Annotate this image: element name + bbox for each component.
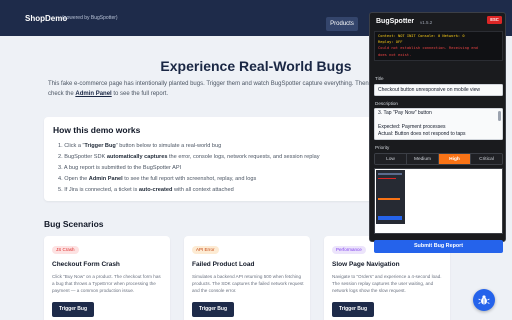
scenario-description: Simulates a backend API returning 500 wh… (192, 274, 304, 294)
step-text: the error, console logs, network request… (167, 154, 320, 160)
trigger-bug-button[interactable]: Trigger Bug (332, 302, 374, 317)
console-status-box: Context: NOT INIT Console: 0 Network: 0 … (374, 31, 503, 61)
bug-description-textarea[interactable]: 3. Tap "Pay Now" button Expected: Paymen… (374, 108, 503, 140)
step-text: 4. Open the (58, 176, 89, 182)
panel-title: BugSpotter (376, 18, 415, 25)
submit-bug-report-button[interactable]: Submit Bug Report (374, 240, 503, 253)
priority-selector: Low Medium High Critical (374, 153, 503, 165)
step-bold: automatically captures (106, 154, 168, 160)
screenshot-preview (374, 168, 503, 234)
thumbnail-bar (378, 216, 402, 220)
trigger-bug-button[interactable]: Trigger Bug (192, 302, 234, 317)
description-line: 3. Tap "Pay Now" button (378, 110, 432, 116)
screenshot-thumbnail (376, 170, 405, 224)
step-text: 5. If Jira is connected, a ticket is (58, 187, 139, 193)
scenario-description: Navigate to “Orders” and experience a 4-… (332, 274, 442, 294)
description-line: Actual: Button does not respond to taps (378, 131, 466, 137)
textarea-scrollbar[interactable] (498, 111, 501, 121)
console-error-line: does not exist. (378, 52, 412, 57)
bug-title-input[interactable] (374, 84, 503, 96)
bugspotter-panel: BugSpotter v1.5.2 ESC Context: NOT INIT … (369, 12, 506, 253)
hero-description: This fake e-commerce page has intentiona… (48, 79, 378, 99)
step-item: 2. BugSpotter SDK automatically captures… (58, 152, 320, 163)
how-it-works-title: How this demo works (53, 125, 141, 135)
title-label: Title (375, 76, 384, 81)
panel-version: v1.5.2 (420, 20, 433, 25)
scenario-tag: JS Crash (52, 246, 79, 254)
trigger-bug-button[interactable]: Trigger Bug (52, 302, 94, 317)
step-item: 5. If Jira is connected, a ticket is aut… (58, 185, 320, 196)
brand-logo[interactable]: ShopDemo (25, 14, 67, 23)
step-text: to see the full report with screenshot, … (122, 176, 257, 182)
step-text: with all context attached (172, 187, 234, 193)
products-nav-button[interactable]: Products (326, 17, 358, 31)
bugspotter-fab[interactable] (473, 289, 495, 311)
step-text: 2. BugSpotter SDK (58, 154, 107, 160)
step-bold: Admin Panel (88, 176, 123, 182)
step-text: 3. A bug report is submitted to the BugS… (58, 165, 182, 171)
step-item: 4. Open the Admin Panel to see the full … (58, 174, 320, 185)
priority-low[interactable]: Low (375, 154, 407, 164)
how-it-works-steps: 1. Click a “Trigger Bug” button below to… (58, 141, 320, 196)
step-item: 3. A bug report is submitted to the BugS… (58, 163, 320, 174)
scenario-card-js-crash: JS Crash Checkout Form Crash Click “Buy … (44, 236, 170, 320)
step-item: 1. Click a “Trigger Bug” button below to… (58, 141, 320, 152)
priority-label: Priority (375, 145, 390, 150)
scenario-name: Checkout Form Crash (52, 261, 120, 268)
bug-scenarios-title: Bug Scenarios (44, 219, 104, 229)
esc-close-button[interactable]: ESC (487, 16, 502, 24)
thumbnail-bar (378, 173, 402, 175)
scenario-name: Slow Page Navigation (332, 261, 400, 268)
scenario-tag: API Error (192, 246, 219, 254)
bug-icon (478, 295, 490, 305)
description-line: Expected: Payment processes (378, 124, 446, 130)
step-bold: auto-created (138, 187, 173, 193)
scenario-name: Failed Product Load (192, 261, 255, 268)
step-text: 1. Click a “ (58, 143, 85, 149)
description-line (378, 117, 499, 124)
scenario-description: Click “Buy Now” on a product. The checko… (52, 274, 161, 294)
priority-medium[interactable]: Medium (407, 154, 439, 164)
admin-panel-link[interactable]: Admin Panel (75, 91, 111, 97)
scenario-card-api-error: API Error Failed Product Load Simulates … (184, 236, 310, 320)
thumbnail-bar (378, 178, 396, 179)
thumbnail-bar (378, 198, 400, 200)
brand-subtitle: (powered by BugSpotter) (62, 15, 118, 21)
scenario-tag: Performance (332, 246, 366, 254)
how-it-works-card: How this demo works 1. Click a “Trigger … (44, 117, 374, 201)
priority-high[interactable]: High (439, 154, 471, 164)
step-bold: Trigger Bug (84, 143, 116, 149)
priority-critical[interactable]: Critical (471, 154, 502, 164)
description-label: Description (375, 101, 398, 106)
step-text: ” button below to simulate a real-world … (115, 143, 222, 149)
hero-text-end: to see the full report. (111, 91, 169, 97)
